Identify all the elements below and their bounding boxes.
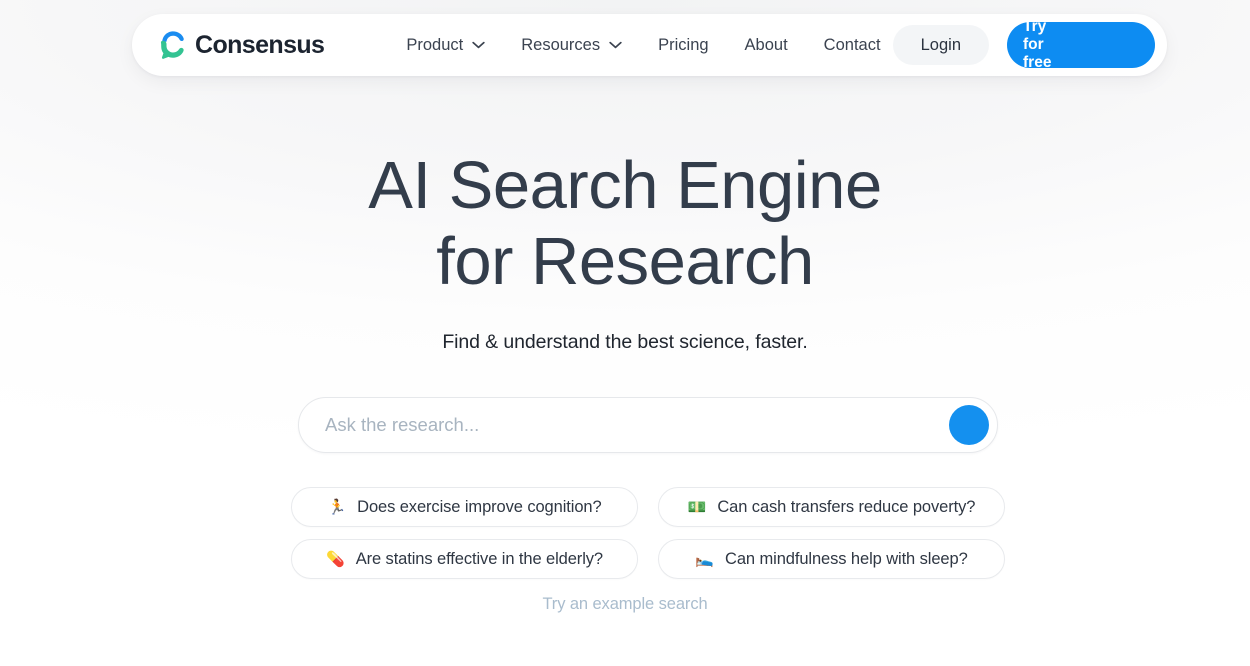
nav-label-about: About	[744, 35, 788, 54]
suggestion-chip-label: Are statins effective in the elderly?	[355, 549, 603, 568]
try-example-search-link[interactable]: Try an example search	[0, 595, 1250, 614]
suggestion-chip-label: Can mindfulness help with sleep?	[725, 549, 968, 568]
nav-label-pricing: Pricing	[658, 35, 709, 54]
search-box[interactable]	[298, 397, 998, 453]
nav-item-contact[interactable]: Contact	[812, 29, 893, 62]
suggestion-chip-label: Can cash transfers reduce poverty?	[717, 497, 976, 516]
page-title-line-1: AI Search Engine	[368, 148, 882, 223]
search-submit-button[interactable]	[949, 405, 989, 445]
suggestion-chip-statins-elderly[interactable]: 💊 Are statins effective in the elderly?	[291, 539, 638, 579]
suggestion-chip-cash-transfers-poverty[interactable]: 💵 Can cash transfers reduce poverty?	[658, 487, 1005, 527]
suggestion-chips: 🏃 Does exercise improve cognition? 💵 Can…	[291, 487, 1005, 579]
main-nav: Product Resources Pricing About Contact	[394, 29, 892, 62]
banknote-icon: 💵	[687, 497, 707, 516]
try-for-free-label: Try for free	[1023, 17, 1052, 72]
nav-label-product: Product	[406, 35, 464, 54]
brand-logo[interactable]: Consensus	[158, 30, 325, 60]
pill-icon: 💊	[326, 549, 345, 568]
site-header: Consensus Product Resources Pricing Abou…	[132, 14, 1167, 76]
suggestion-chip-exercise-cognition[interactable]: 🏃 Does exercise improve cognition?	[291, 487, 638, 527]
page-subtitle: Find & understand the best science, fast…	[442, 330, 808, 353]
nav-label-contact: Contact	[823, 35, 881, 54]
chevron-down-icon	[609, 41, 622, 49]
suggestion-chip-label: Does exercise improve cognition?	[357, 497, 602, 516]
nav-item-product[interactable]: Product	[394, 29, 497, 62]
page-title-line-2: for Research	[436, 224, 814, 300]
runner-icon: 🏃	[327, 497, 347, 516]
login-button[interactable]: Login	[892, 24, 989, 66]
nav-item-resources[interactable]: Resources	[509, 29, 634, 62]
nav-item-about[interactable]: About	[733, 29, 800, 62]
try-for-free-button[interactable]: Try for free	[1007, 18, 1155, 71]
page-title: AI Search Engine for Research	[0, 148, 1250, 301]
bed-sleep-icon: 🛌	[695, 549, 715, 568]
nav-item-pricing[interactable]: Pricing	[646, 29, 720, 62]
header-actions: Login Try for free	[892, 18, 1155, 71]
search-area	[298, 397, 998, 453]
consensus-c-logo-icon	[160, 31, 184, 59]
chevron-down-icon	[472, 41, 485, 49]
brand-name: Consensus	[195, 30, 325, 59]
search-input[interactable]	[325, 398, 949, 452]
suggestion-chip-mindfulness-sleep[interactable]: 🛌 Can mindfulness help with sleep?	[658, 539, 1005, 579]
hero-section: AI Search Engine for Research Find & und…	[0, 148, 1250, 354]
nav-label-resources: Resources	[521, 35, 601, 54]
